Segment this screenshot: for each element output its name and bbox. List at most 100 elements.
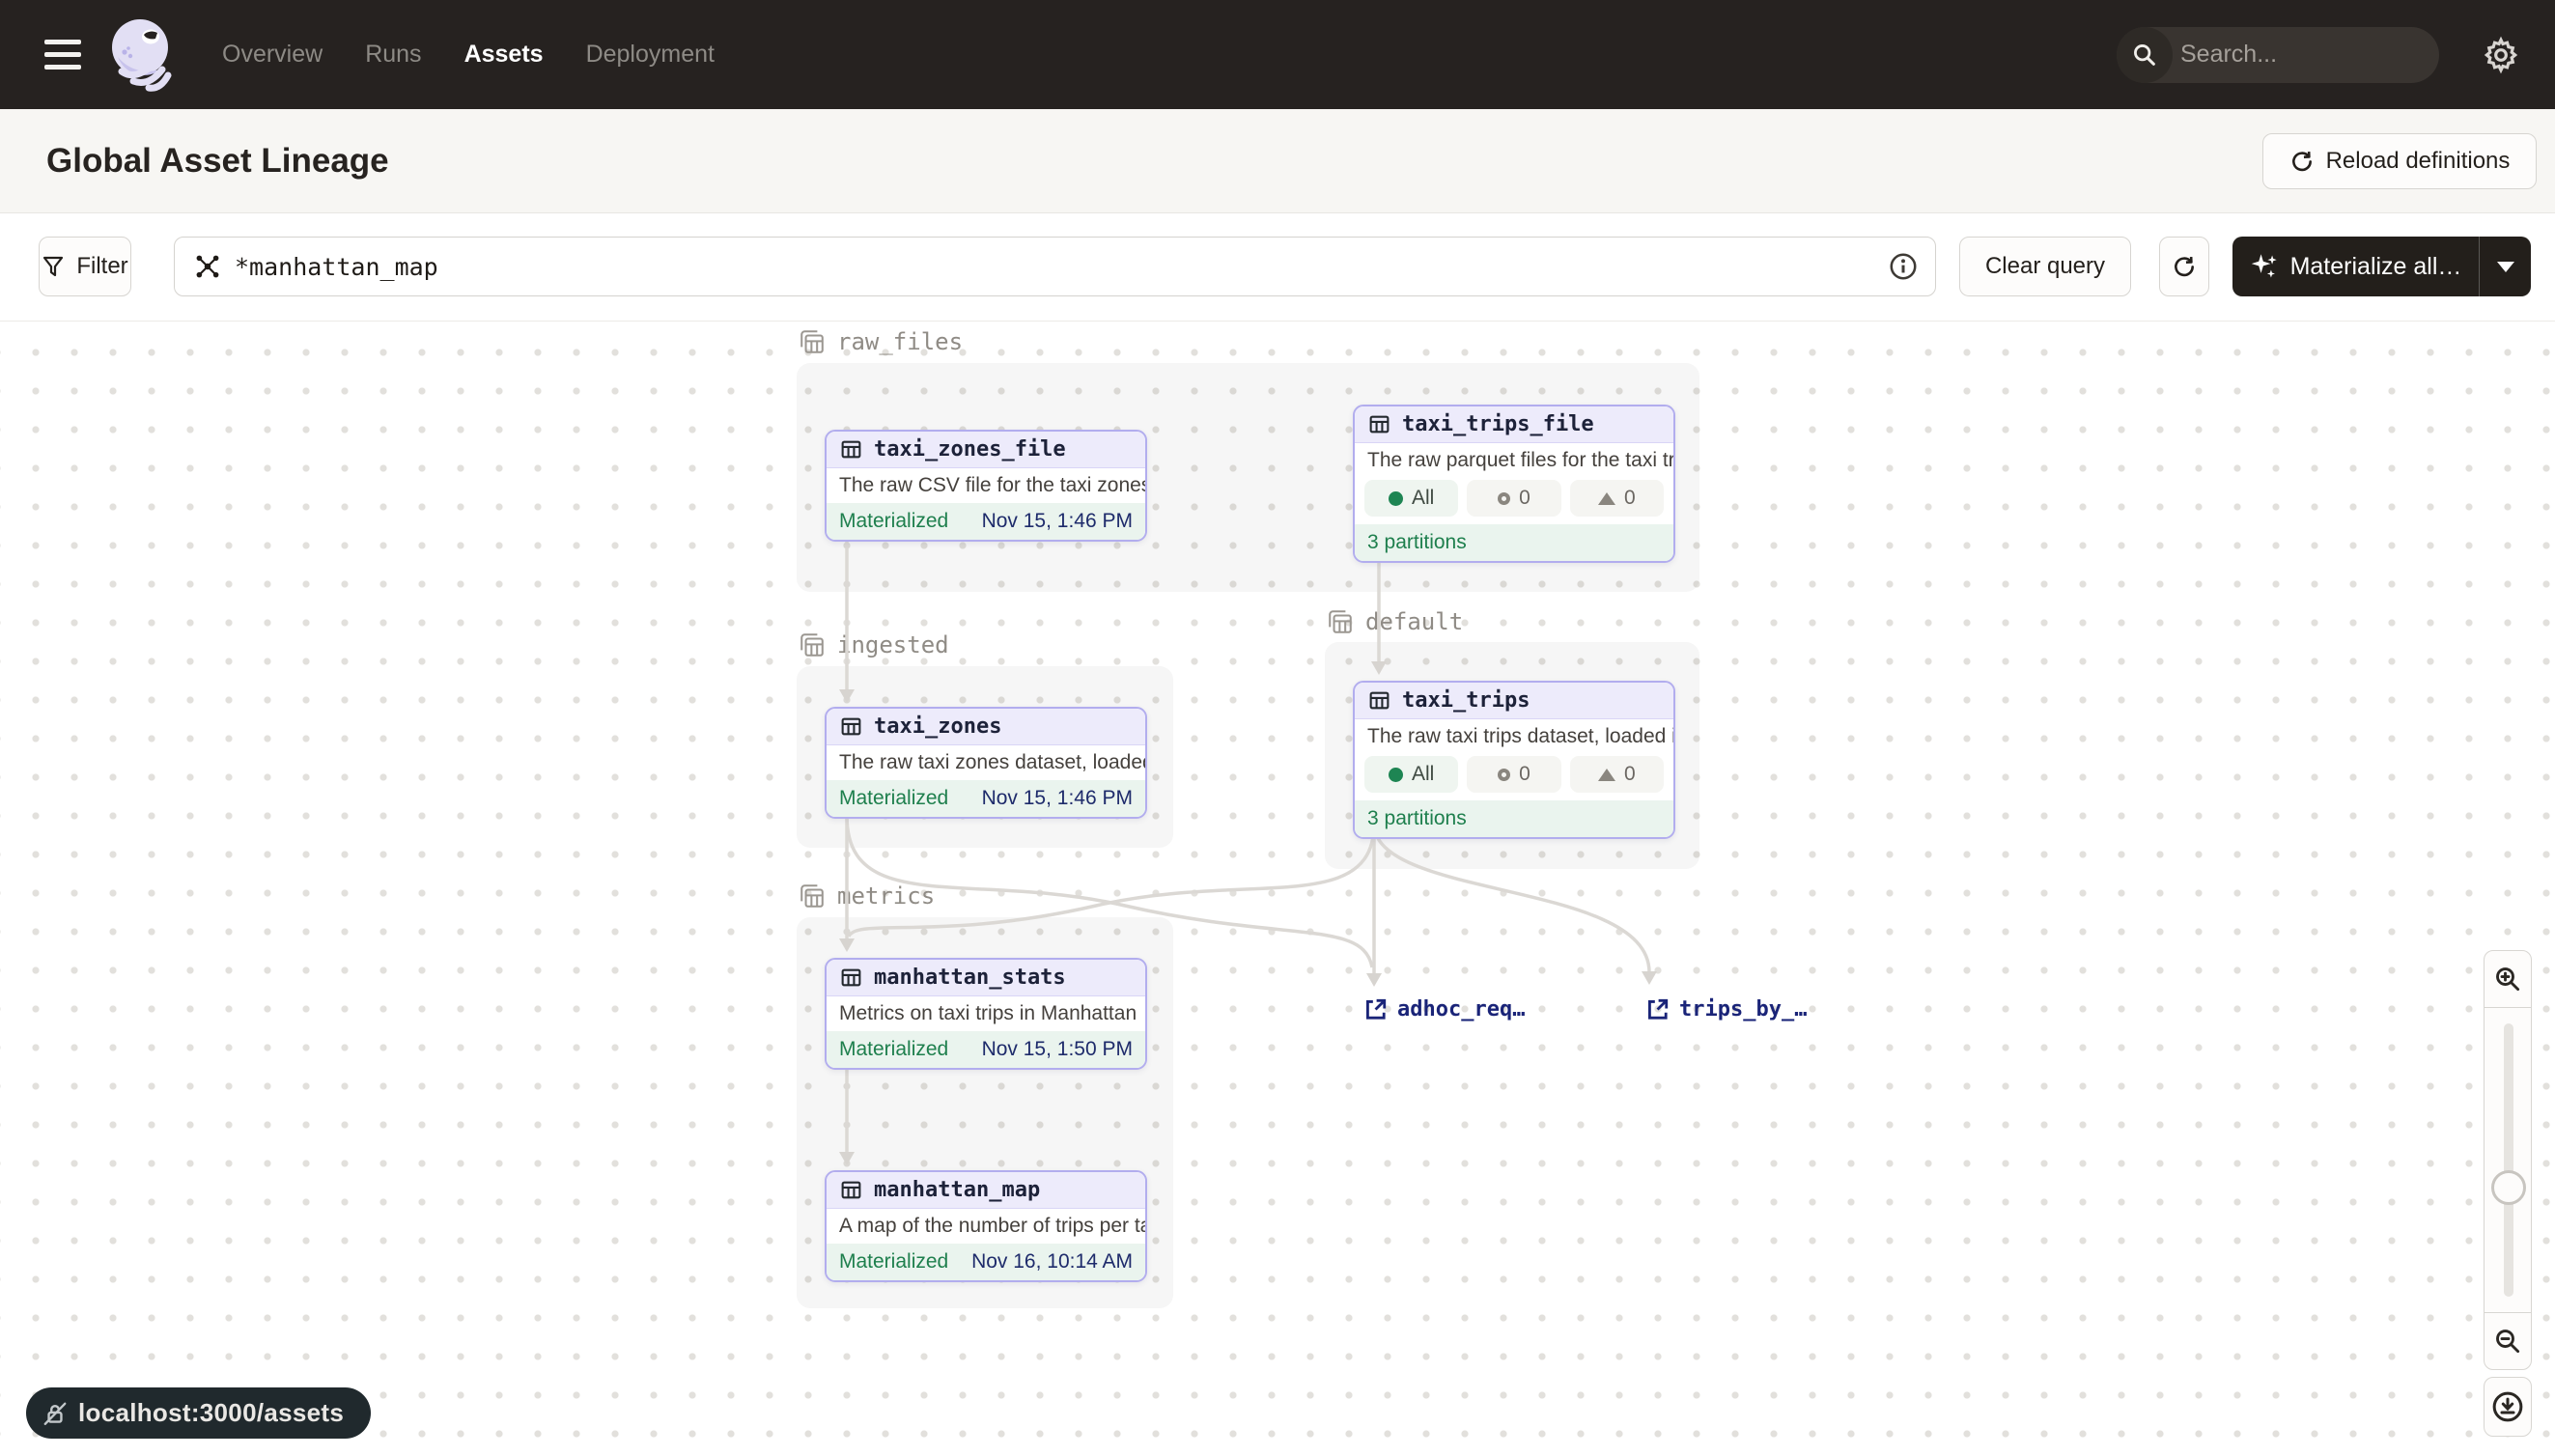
partition-badge-missing: 0 [1467, 756, 1560, 793]
external-asset-trips-by-week[interactable]: trips_by_… [1644, 996, 1807, 1022]
zoom-out-icon [2493, 1327, 2522, 1356]
menu-icon[interactable] [44, 40, 81, 70]
zoom-slider[interactable] [2484, 1008, 2532, 1312]
group-label-default[interactable]: default [1327, 608, 1463, 635]
partitions-footer: 3 partitions [1355, 524, 1673, 561]
asset-description: Metrics on taxi trips in Manhattan [827, 996, 1145, 1031]
asset-description: The raw CSV file for the taxi zones dat.… [827, 468, 1145, 503]
asset-group-icon [1327, 608, 1354, 635]
lineage-toolbar: Filter Clear query [0, 213, 2555, 321]
funnel-icon [42, 255, 65, 278]
asset-timestamp: Nov 15, 1:50 PM [982, 1038, 1133, 1061]
asset-group-icon [799, 631, 826, 658]
asset-timestamp: Nov 16, 10:14 AM [971, 1250, 1133, 1274]
table-icon [839, 437, 863, 462]
zoom-slider-track[interactable] [2504, 1023, 2513, 1297]
browser-status-url: localhost:3000/assets [26, 1387, 371, 1439]
chevron-down-icon [2497, 262, 2514, 272]
triangle-icon [1598, 492, 1615, 505]
table-icon [1367, 412, 1391, 436]
ring-icon [1498, 769, 1510, 781]
download-image-button[interactable] [2484, 1377, 2532, 1437]
search-input[interactable] [2173, 41, 2439, 69]
asset-status: Materialized [839, 510, 948, 533]
zoom-in-button[interactable] [2484, 950, 2532, 1008]
asset-description: The raw taxi trips dataset, loaded into … [1355, 719, 1673, 754]
asset-description: A map of the number of trips per taxi z.… [827, 1209, 1145, 1244]
zoom-slider-knob[interactable] [2491, 1170, 2526, 1205]
group-label-ingested[interactable]: ingested [799, 631, 949, 658]
success-dot-icon [1389, 491, 1403, 506]
external-link-icon [1362, 996, 1388, 1022]
asset-name: taxi_zones [874, 714, 1001, 739]
partition-badge-missing: 0 [1467, 480, 1560, 517]
info-icon[interactable] [1889, 252, 1918, 281]
ring-icon [1498, 492, 1510, 505]
asset-node-taxi-zones[interactable]: taxi_zones The raw taxi zones dataset, l… [825, 707, 1147, 819]
group-label-raw-files[interactable]: raw_files [799, 328, 963, 355]
refresh-icon [2172, 254, 2197, 279]
asset-name: taxi_trips_file [1402, 412, 1594, 436]
table-icon [839, 1178, 863, 1202]
asset-timestamp: Nov 15, 1:46 PM [982, 510, 1133, 533]
nav-overview[interactable]: Overview [222, 41, 323, 69]
asset-name: manhattan_map [874, 1178, 1040, 1202]
sparkles-icon [2250, 252, 2279, 281]
asset-group-icon [799, 882, 826, 910]
asset-name: taxi_trips [1402, 688, 1530, 713]
asset-selection-input[interactable] [174, 237, 1936, 296]
asset-status: Materialized [839, 787, 948, 810]
partition-badge-all: All [1364, 756, 1458, 793]
zoom-out-button[interactable] [2484, 1312, 2532, 1370]
nav-deployment[interactable]: Deployment [586, 41, 715, 69]
asset-description: The raw parquet files for the taxi trips… [1355, 443, 1673, 478]
refresh-query-button[interactable] [2159, 237, 2209, 296]
external-asset-adhoc-request[interactable]: adhoc_req… [1362, 996, 1525, 1022]
page-title: Global Asset Lineage [46, 142, 389, 181]
refresh-icon [2289, 149, 2315, 174]
partitions-footer: 3 partitions [1355, 800, 1673, 837]
asset-timestamp: Nov 15, 1:46 PM [982, 787, 1133, 810]
asset-name: taxi_zones_file [874, 437, 1066, 462]
asset-node-taxi-trips-file[interactable]: taxi_trips_file The raw parquet files fo… [1353, 405, 1675, 563]
table-icon [839, 714, 863, 739]
status-url-text: localhost:3000/assets [78, 1398, 344, 1428]
success-dot-icon [1389, 768, 1403, 782]
asset-status: Materialized [839, 1250, 948, 1274]
group-label-metrics[interactable]: metrics [799, 882, 935, 910]
partition-badge-failed: 0 [1570, 480, 1664, 517]
nav-assets[interactable]: Assets [464, 41, 544, 69]
asset-name: manhattan_stats [874, 966, 1066, 990]
asset-description: The raw taxi zones dataset, loaded int..… [827, 745, 1145, 780]
page-header: Global Asset Lineage Reload definitions [0, 109, 2555, 213]
clear-query-button[interactable]: Clear query [1959, 237, 2131, 296]
top-nav-bar: Overview Runs Assets Deployment / [0, 0, 2555, 109]
search-icon [2117, 27, 2173, 83]
asset-node-manhattan-stats[interactable]: manhattan_stats Metrics on taxi trips in… [825, 958, 1147, 1070]
partition-badge-all: All [1364, 480, 1458, 517]
asset-node-taxi-zones-file[interactable]: taxi_zones_file The raw CSV file for the… [825, 430, 1147, 542]
partition-badge-failed: 0 [1570, 756, 1664, 793]
lineage-graph-icon [194, 253, 221, 280]
dagster-logo[interactable] [104, 14, 180, 97]
primary-nav: Overview Runs Assets Deployment [222, 41, 715, 69]
asset-node-taxi-trips[interactable]: taxi_trips The raw taxi trips dataset, l… [1353, 681, 1675, 839]
materialize-all-button[interactable]: Materialize all… [2232, 237, 2479, 296]
asset-node-manhattan-map[interactable]: manhattan_map A map of the number of tri… [825, 1170, 1147, 1282]
materialize-all-split-button: Materialize all… [2232, 237, 2531, 296]
materialize-options-dropdown[interactable] [2479, 237, 2531, 296]
table-icon [1367, 688, 1391, 713]
asset-group-icon [799, 328, 826, 355]
filter-button[interactable]: Filter [39, 237, 131, 296]
nav-runs[interactable]: Runs [365, 41, 421, 69]
lock-slash-icon [42, 1400, 69, 1427]
asset-query-value[interactable] [235, 253, 1875, 281]
table-icon [839, 966, 863, 990]
reload-definitions-button[interactable]: Reload definitions [2262, 133, 2537, 189]
global-search[interactable]: / [2117, 27, 2439, 83]
download-icon [2491, 1390, 2524, 1423]
external-link-icon [1644, 996, 1670, 1022]
zoom-in-icon [2493, 965, 2522, 994]
settings-gear-icon[interactable] [2482, 36, 2520, 74]
triangle-icon [1598, 769, 1615, 781]
